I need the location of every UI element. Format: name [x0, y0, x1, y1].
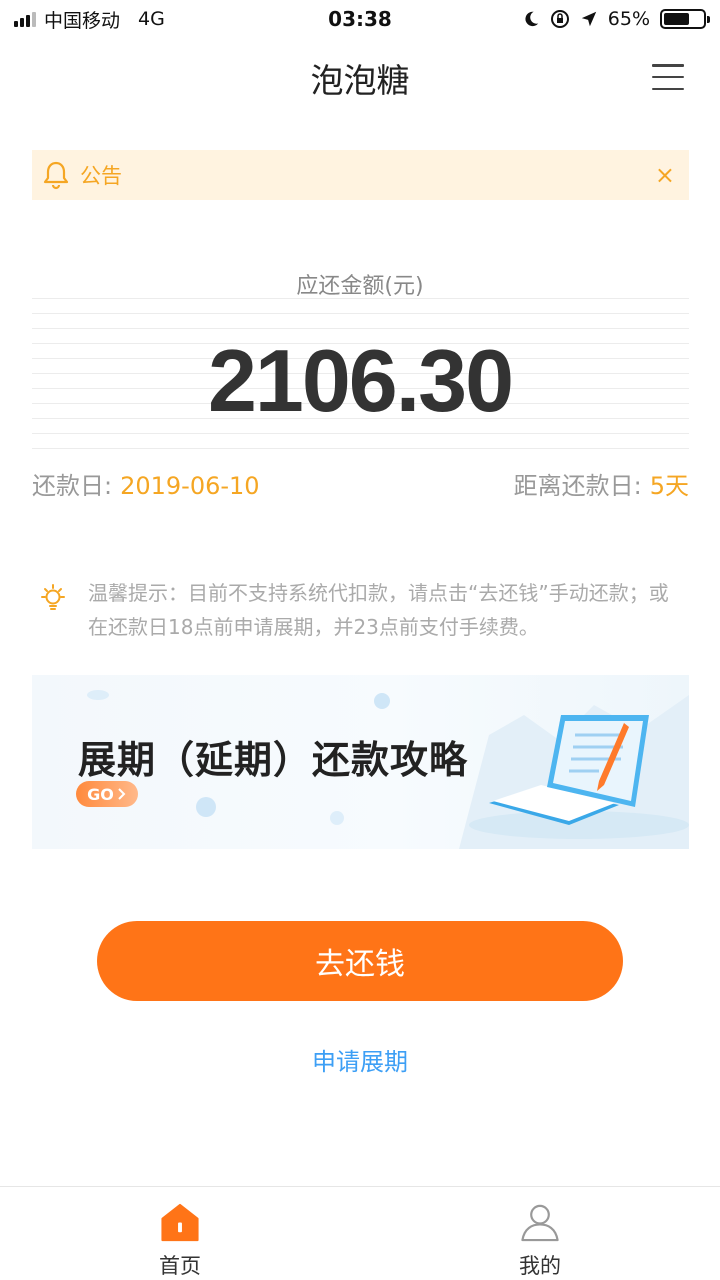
- go-button[interactable]: GO: [76, 781, 138, 807]
- chevron-right-icon: [118, 788, 126, 800]
- status-left: 中国移动 4G: [14, 6, 165, 33]
- days-remaining-label: 距离还款日:: [513, 472, 642, 500]
- due-date: 还款日: 2019-06-10: [32, 466, 260, 501]
- user-icon: [521, 1204, 559, 1242]
- tab-home[interactable]: 首页: [0, 1187, 360, 1280]
- home-icon: [161, 1203, 199, 1242]
- decoration-bubble: [87, 690, 109, 700]
- tip-text: 温馨提示：目前不支持系统代扣款，请点击“去还钱”手动还款；或在还款日18点前申请…: [88, 581, 669, 639]
- network-type: 4G: [138, 8, 165, 30]
- announcement-bar[interactable]: 公告 ×: [32, 150, 689, 200]
- due-date-value: 2019-06-10: [120, 472, 260, 500]
- days-remaining-value: 5天: [649, 472, 689, 500]
- moon-icon: [525, 11, 538, 27]
- nav-bar: 泡泡糖: [0, 40, 720, 116]
- extension-guide-banner[interactable]: 展期（延期）还款攻略 GO: [32, 675, 689, 849]
- days-remaining: 距离还款日: 5天: [514, 466, 689, 501]
- announcement-label: 公告: [80, 164, 122, 188]
- decoration-bubble: [196, 797, 216, 817]
- location-icon: [581, 11, 596, 27]
- status-bar: 中国移动 4G 03:38 65%: [0, 0, 720, 38]
- tab-home-label: 首页: [159, 1254, 201, 1278]
- due-info-row: 还款日: 2019-06-10 距离还款日: 5天: [32, 466, 689, 501]
- tab-profile-label: 我的: [519, 1254, 561, 1278]
- battery-icon: [660, 9, 710, 29]
- lightbulb-icon: [41, 584, 65, 610]
- banner-title: 展期（延期）还款攻略: [78, 738, 469, 782]
- rotation-lock-icon: [550, 10, 569, 28]
- page-title: 泡泡糖: [310, 61, 410, 100]
- tab-profile[interactable]: 我的: [360, 1187, 720, 1280]
- decoration-bubble: [374, 693, 390, 709]
- status-right: 65%: [522, 8, 710, 30]
- apply-extension-link[interactable]: 申请展期: [0, 1042, 720, 1077]
- battery-percent: 65%: [607, 8, 650, 30]
- battery-fill: [664, 13, 689, 25]
- tip-block: 温馨提示：目前不支持系统代扣款，请点击“去还钱”手动还款；或在还款日18点前申请…: [38, 576, 688, 644]
- bell-icon: [43, 161, 69, 190]
- repay-button[interactable]: 去还钱: [97, 921, 623, 1001]
- hamburger-menu-icon[interactable]: [652, 64, 684, 90]
- amount-value: 2106.30: [207, 331, 514, 430]
- close-icon[interactable]: ×: [655, 163, 675, 187]
- due-date-label: 还款日:: [32, 472, 113, 500]
- signal-icon: [14, 11, 36, 27]
- amount-label: 应还金额(元): [296, 274, 424, 299]
- carrier-name: 中国移动: [44, 9, 121, 32]
- tab-bar: 首页 我的: [0, 1186, 720, 1280]
- decoration-bubble: [330, 811, 344, 825]
- go-label: GO: [87, 784, 114, 804]
